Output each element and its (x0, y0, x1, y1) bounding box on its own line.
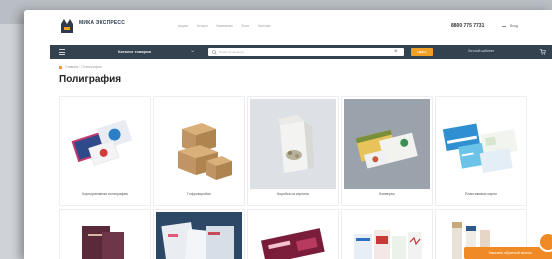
product-card[interactable]: Коробка из картона (247, 96, 339, 206)
separator (502, 26, 506, 27)
product-name: Пластиковые карты (464, 192, 498, 196)
product-card[interactable]: Пластиковые карты (435, 96, 527, 206)
account-link[interactable]: Личный кабинет (468, 49, 494, 53)
product-image (438, 99, 524, 189)
product-image (344, 99, 430, 189)
product-image (344, 212, 430, 259)
product-name: Конверты (379, 192, 395, 196)
product-image (62, 99, 148, 189)
chevron-down-icon[interactable]: ⌄ (190, 48, 195, 55)
product-card[interactable] (59, 209, 151, 259)
callback-button[interactable]: Заказать обратный звонок (464, 247, 552, 259)
login-link[interactable]: Вход (510, 24, 518, 28)
browser-page: МИКА ЭКСПРЕСС Акции Услуги Компании Блог… (24, 10, 552, 259)
logo-icon[interactable] (60, 18, 74, 34)
product-name: Коробка из картона (277, 192, 309, 196)
product-card[interactable]: Корпоративная полиграфия (59, 96, 151, 206)
search-placeholder: Поиск по каталогу (219, 50, 245, 54)
search-icon (212, 49, 217, 55)
logo-text[interactable]: МИКА ЭКСПРЕСС (79, 20, 125, 26)
top-nav-item[interactable]: Акции (178, 24, 188, 28)
cart-icon[interactable] (539, 48, 546, 55)
catalog-button[interactable]: Каталог товаров (118, 49, 151, 54)
callback-circle-button[interactable] (538, 232, 552, 252)
top-nav-item[interactable]: Услуги (197, 24, 208, 28)
search-input[interactable]: Поиск по каталогу × (208, 48, 404, 56)
product-image (156, 99, 242, 189)
product-card[interactable]: Гофрокоробки (153, 96, 245, 206)
product-grid: Корпоративная полиграфия Гофрокоробки Ко… (59, 96, 530, 206)
product-image (250, 99, 336, 189)
product-image (62, 212, 148, 259)
top-nav-item[interactable]: Компании (217, 24, 233, 28)
hamburger-menu-icon[interactable] (59, 49, 65, 55)
breadcrumb-marker (59, 65, 62, 69)
catalog-navbar: Каталог товаров ⌄ Поиск по каталогу × На… (50, 45, 552, 59)
search-button[interactable]: Найти (411, 48, 433, 56)
site-header: МИКА ЭКСПРЕСС Акции Услуги Компании Блог… (24, 10, 552, 44)
product-grid-row-2 (59, 209, 530, 259)
clear-icon[interactable]: × (394, 48, 398, 56)
product-image (156, 212, 242, 259)
breadcrumb: Главная / Полиграфия (59, 65, 102, 69)
product-card[interactable]: Конверты (341, 96, 433, 206)
product-card[interactable] (247, 209, 339, 259)
top-navigation: Акции Услуги Компании Блог Контакт (178, 24, 271, 28)
product-card[interactable] (341, 209, 433, 259)
top-nav-item[interactable]: Контакт (258, 24, 271, 28)
product-card[interactable] (153, 209, 245, 259)
product-name: Корпоративная полиграфия (82, 192, 128, 196)
product-name: Гофрокоробки (187, 192, 211, 196)
top-nav-item[interactable]: Блог (242, 24, 250, 28)
phone-number[interactable]: 8800 775 7731 (451, 23, 484, 29)
page-title: Полиграфия (59, 74, 122, 85)
breadcrumb-text[interactable]: Главная / Полиграфия (65, 65, 102, 69)
product-image (250, 212, 336, 259)
